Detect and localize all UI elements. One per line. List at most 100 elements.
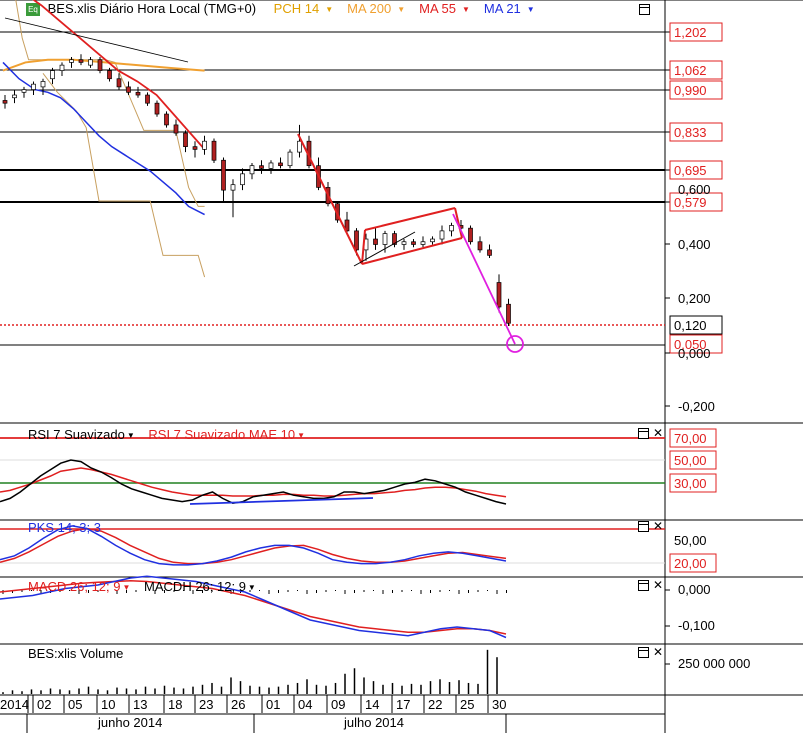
x-axis-day-label: 09: [331, 697, 345, 712]
rsi-panel-title: RSI 7 Suavizado ▼ RSI 7 Suavizado MAE 10 ▼: [28, 427, 306, 442]
candle-body: [373, 238, 378, 245]
candle-body: [420, 241, 426, 245]
x-axis-day-label: 01: [266, 697, 280, 712]
macd-close-icon[interactable]: ✕: [653, 579, 663, 591]
x-axis-day-label: 05: [68, 697, 82, 712]
chart-canvas: 1,2021,0620,9900,8330,6950,5790,1200,050…: [0, 0, 803, 733]
candle-body: [287, 151, 293, 167]
volume-close-icon[interactable]: ✕: [653, 646, 663, 658]
rsi-title: RSI 7 Suavizado: [28, 427, 125, 442]
macd-maximize-button[interactable]: [638, 580, 649, 591]
candle-body: [202, 140, 207, 150]
candle-body: [354, 230, 359, 251]
candle-body: [40, 81, 46, 88]
current-price-label: 0,120: [674, 318, 707, 333]
rsi-maximize-button[interactable]: [638, 428, 649, 439]
pch-upper-line: [15, 0, 205, 207]
pks-level-label: 20,00: [674, 556, 707, 571]
x-axis-month-label: junho 2014: [97, 715, 162, 730]
candle-body: [164, 113, 169, 126]
candle-body: [192, 146, 198, 150]
candle-body: [240, 173, 245, 186]
candle-body: [135, 91, 141, 96]
candle-body: [468, 227, 473, 243]
candle-body: [97, 59, 103, 71]
candle-body: [506, 303, 511, 324]
candle-body: [496, 282, 502, 308]
price-axis-label: -0,200: [678, 399, 715, 414]
x-axis-day-label: 02: [37, 697, 51, 712]
candle-body: [78, 59, 84, 63]
x-axis-day-label: 14: [365, 697, 379, 712]
rsi-close-icon[interactable]: ✕: [653, 427, 663, 439]
candle-body: [211, 140, 217, 161]
x-axis-day-label: 13: [133, 697, 147, 712]
price-axis-label: 0,000: [678, 346, 711, 361]
candle-body: [382, 233, 388, 245]
candle-body: [59, 64, 65, 71]
level-label: 1,202: [674, 25, 707, 40]
volume-maximize-button[interactable]: [638, 647, 649, 658]
volume-panel-title: BES:xlis Volume: [28, 646, 123, 661]
candle-body: [107, 70, 112, 80]
level-label: 0,833: [674, 125, 707, 140]
candle-body: [154, 102, 160, 115]
candle-body: [449, 225, 454, 232]
ma200-line: [2, 58, 205, 72]
candle-body: [145, 94, 150, 104]
pks-title: PKS 14; 3; 3: [28, 520, 101, 535]
x-axis-day-label: 04: [298, 697, 312, 712]
macd-level-label: 0,000: [678, 582, 711, 597]
rsi-level-label: 50,00: [674, 453, 707, 468]
candle-body: [126, 86, 131, 93]
candle-body: [31, 83, 36, 90]
candle-body: [2, 100, 8, 104]
candle-body: [230, 184, 236, 191]
volume-level-label: 250 000 000: [678, 656, 750, 671]
candle-body: [430, 238, 435, 243]
price-axis-label: 0,400: [678, 237, 711, 252]
candle-body: [297, 140, 302, 153]
pks-close-icon[interactable]: ✕: [653, 520, 663, 532]
macdh-title: MACDH 26; 12; 9: [144, 579, 246, 594]
macd-title: MACD 26; 12; 9: [28, 579, 121, 594]
candle-body: [221, 159, 226, 191]
level-label: 1,062: [674, 63, 707, 78]
x-axis-day-label: 17: [396, 697, 410, 712]
trend-line: [4, 17, 189, 63]
candle-body: [411, 241, 416, 245]
candle-body: [477, 241, 483, 251]
rsi-trend-line: [189, 497, 374, 505]
rsi-mae-title: RSI 7 Suavizado MAE 10: [148, 427, 296, 442]
candle-body: [278, 162, 283, 167]
price-axis-label: 0,200: [678, 291, 711, 306]
x-axis-month-label: julho 2014: [343, 715, 404, 730]
candle-body: [116, 78, 122, 88]
candle-body: [69, 59, 74, 63]
candle-body: [268, 162, 274, 169]
candle-body: [21, 89, 27, 93]
x-axis-day-label: 18: [168, 697, 182, 712]
candle-body: [183, 132, 188, 148]
candle-body: [88, 59, 93, 66]
x-axis-day-label: 30: [492, 697, 506, 712]
x-axis-day-label: 2014: [0, 697, 29, 712]
candle-body: [50, 70, 55, 80]
x-axis-day-label: 10: [101, 697, 115, 712]
x-axis-day-label: 26: [231, 697, 245, 712]
candle-body: [259, 165, 264, 169]
rsi-level-label: 70,00: [674, 431, 707, 446]
pks-maximize-button[interactable]: [638, 521, 649, 532]
trend-line: [297, 133, 363, 265]
macd-level-label: -0,100: [678, 618, 715, 633]
candle-body: [173, 124, 179, 134]
x-axis-day-label: 25: [460, 697, 474, 712]
price-axis-label: 0,600: [678, 182, 711, 197]
pks-level-label: 50,00: [674, 533, 707, 548]
rsi-level-label: 30,00: [674, 476, 707, 491]
level-label: 0,695: [674, 163, 707, 178]
candle-body: [401, 241, 407, 245]
pks-panel-title: PKS 14; 3; 3: [28, 520, 101, 535]
volume-title: BES:xlis Volume: [28, 646, 124, 661]
candle-body: [439, 230, 445, 240]
